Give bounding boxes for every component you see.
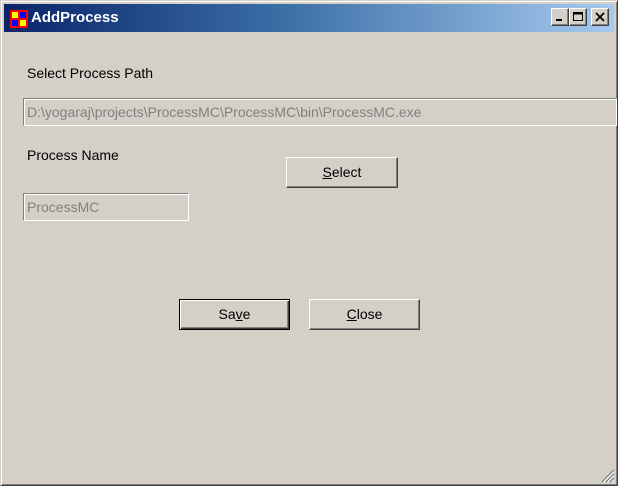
minimize-icon	[556, 19, 562, 21]
process-path-label: Select Process Path	[27, 65, 154, 81]
close-icon	[595, 12, 605, 22]
maximize-icon	[573, 12, 583, 21]
close-mnemonic: C	[346, 306, 357, 322]
close-window-button[interactable]	[591, 8, 609, 26]
process-name-label: Process Name	[27, 147, 119, 163]
process-path-field[interactable]: D:\yogaraj\projects\ProcessMC\ProcessMC\…	[23, 98, 617, 126]
select-label-rest: elect	[331, 164, 362, 180]
select-button[interactable]: Select	[286, 157, 398, 188]
title-bar[interactable]: AddProcess	[4, 4, 614, 32]
save-label-pre: Sa	[218, 306, 236, 322]
close-label-rest: lose	[356, 306, 383, 322]
app-window-icon	[10, 10, 28, 28]
select-mnemonic: S	[322, 164, 332, 180]
maximize-button[interactable]	[569, 8, 587, 26]
save-mnemonic: v	[235, 306, 243, 322]
resize-grip-icon[interactable]	[599, 467, 615, 483]
close-button[interactable]: Close	[309, 299, 420, 330]
process-name-field[interactable]: ProcessMC	[23, 193, 189, 221]
window-title: AddProcess	[31, 9, 119, 26]
save-button[interactable]: Save	[179, 299, 290, 330]
minimize-button[interactable]	[551, 8, 569, 26]
add-process-window: AddProcess Select Process Path D:\yogara…	[0, 0, 618, 486]
save-label-rest: e	[242, 306, 251, 322]
